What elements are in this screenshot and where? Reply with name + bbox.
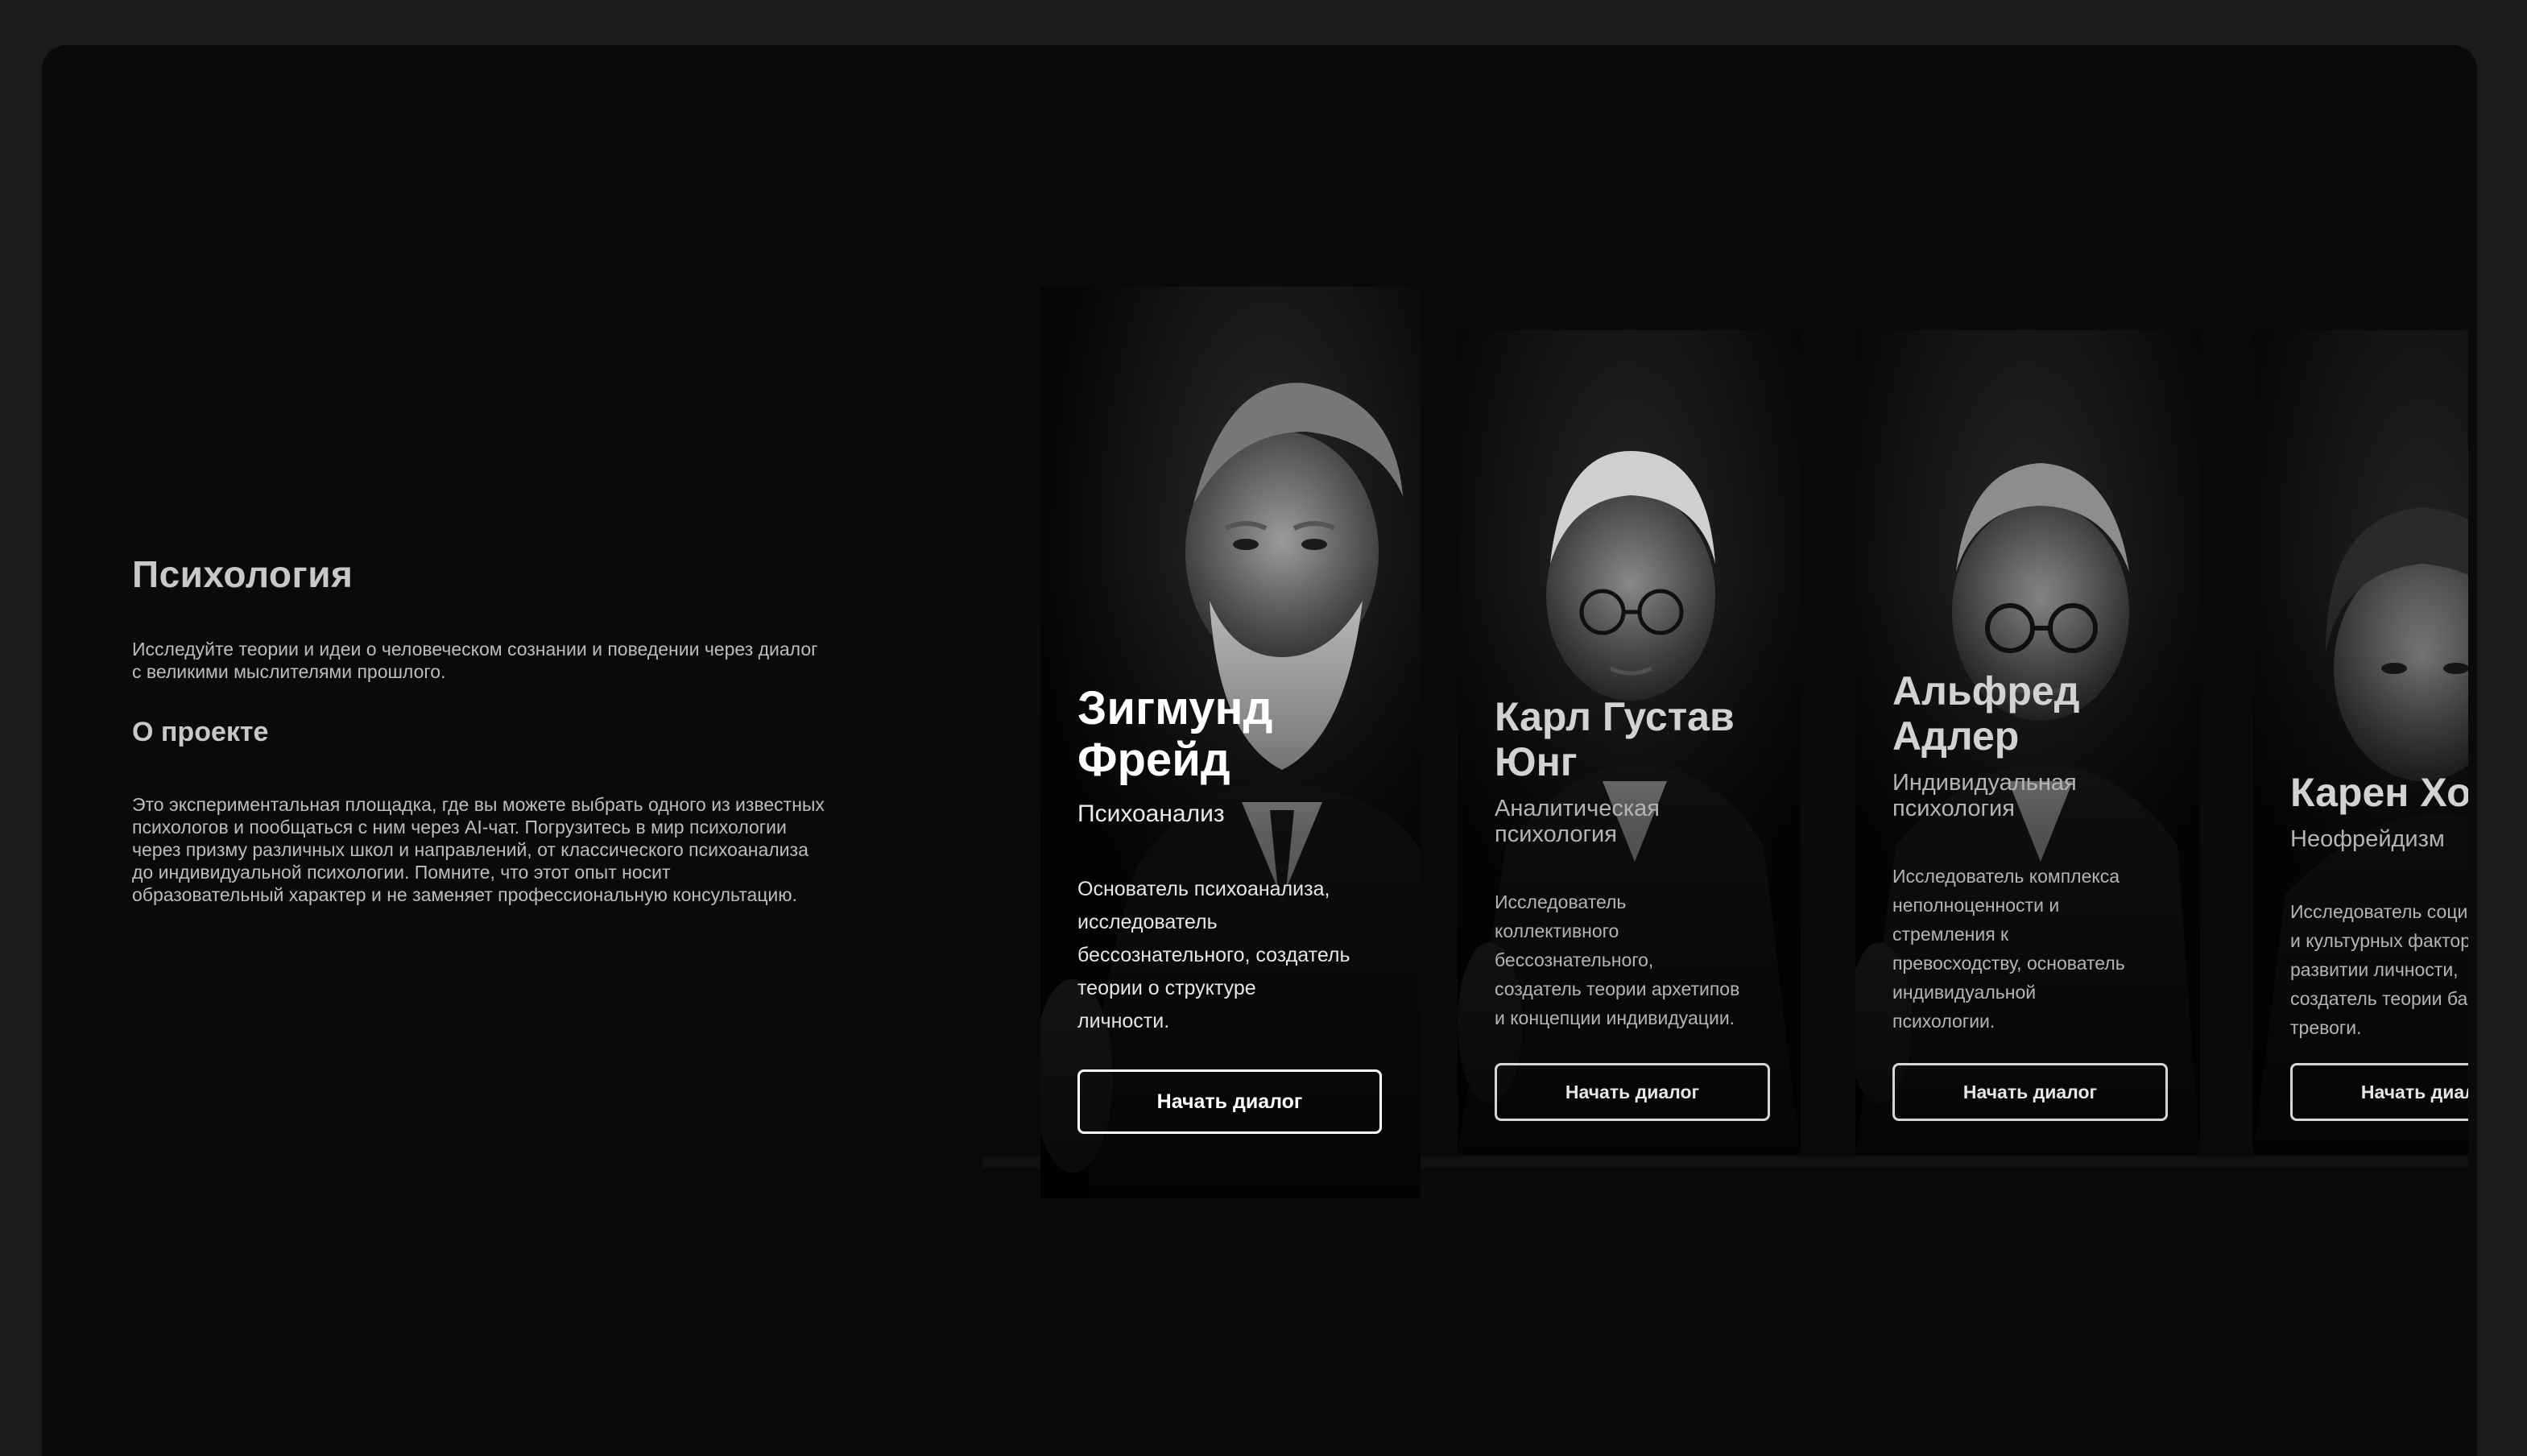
card-info: Карл Густав Юнг Аналитическая психология… (1495, 694, 1768, 1032)
intro-section: Психология Исследуйте теории и идеи о че… (132, 552, 825, 906)
card-freud[interactable]: Зигмунд Фрейд Психоанализ Основатель пси… (1040, 287, 1421, 1198)
start-dialog-button[interactable]: Начать диалог (1892, 1063, 2168, 1121)
card-name: Зигмунд Фрейд (1077, 682, 1273, 786)
card-description: Исследователь коллективного бессознатель… (1495, 891, 1740, 1028)
card-adler[interactable]: Альфред Адлер Индивидуальная психология … (1855, 330, 2200, 1155)
card-horney[interactable]: Карен Хорни Неофрейдизм Исследователь со… (2253, 330, 2468, 1155)
card-description: Исследователь социальных и культурных фа… (2290, 901, 2468, 1038)
page-title: Психология (132, 553, 354, 595)
start-dialog-button[interactable]: Начать диалог (2290, 1063, 2468, 1121)
intro-lead-text: Исследуйте теории и идеи о человеческом … (132, 639, 818, 682)
card-name: Карл Густав Юнг (1495, 694, 1735, 784)
about-text: Это экспериментальная площадка, где вы м… (132, 794, 825, 905)
card-description: Исследователь комплекса неполноценности … (1892, 866, 2125, 1032)
card-name: Карен Хорни (2290, 770, 2468, 815)
card-name: Альфред Адлер (1892, 668, 2080, 759)
card-info: Зигмунд Фрейд Психоанализ Основатель пси… (1077, 683, 1388, 1038)
card-info: Альфред Адлер Индивидуальная психология … (1892, 668, 2168, 1036)
card-description: Основатель психоанализа, исследователь б… (1077, 878, 1350, 1032)
psychologist-carousel[interactable]: Зигмунд Фрейд Психоанализ Основатель пси… (982, 242, 2468, 1224)
about-heading: О проекте (132, 717, 269, 747)
card-jung[interactable]: Карл Густав Юнг Аналитическая психология… (1458, 330, 1801, 1155)
card-school: Психоанализ (1077, 800, 1225, 827)
card-school: Неофрейдизм (2290, 826, 2445, 852)
card-school: Аналитическая психология (1495, 796, 1660, 847)
card-school: Индивидуальная психология (1892, 770, 2077, 821)
start-dialog-button[interactable]: Начать диалог (1077, 1069, 1382, 1134)
start-dialog-button[interactable]: Начать диалог (1495, 1063, 1770, 1121)
card-info: Карен Хорни Неофрейдизм Исследователь со… (2290, 770, 2468, 1042)
